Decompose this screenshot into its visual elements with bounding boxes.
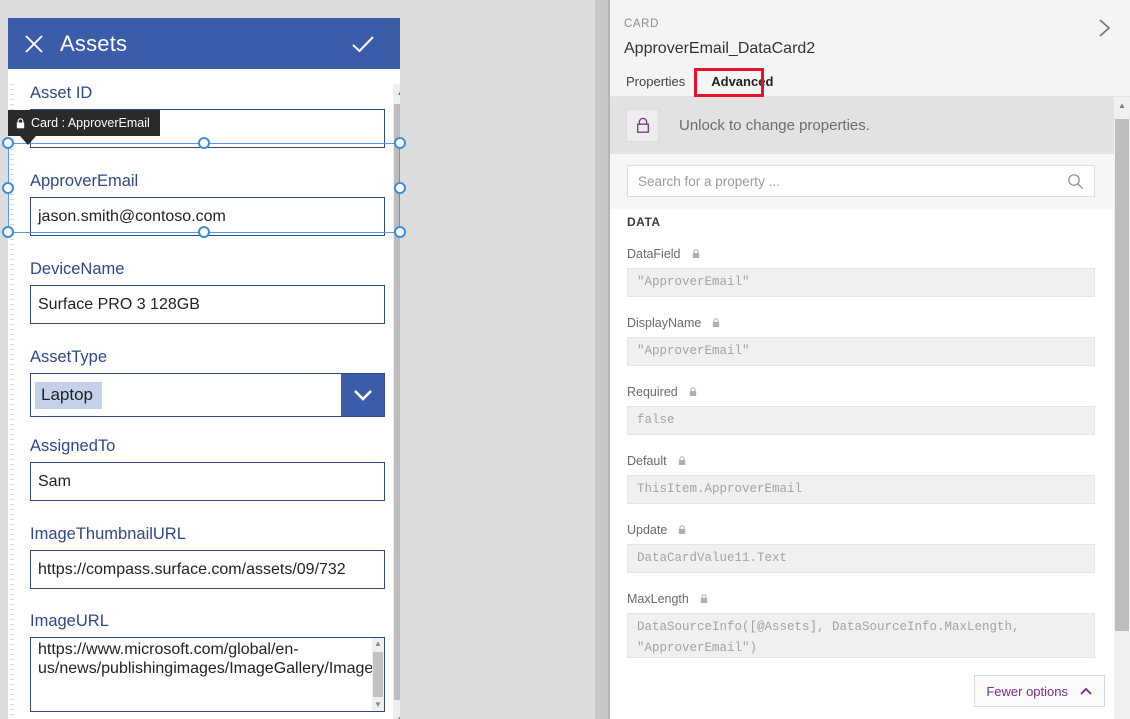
property-value-update[interactable]: DataCardValue11.Text — [627, 544, 1095, 573]
property-displayname: DisplayName "ApproverEmail" — [627, 314, 1095, 366]
property-label: DisplayName — [627, 314, 1095, 332]
resize-handle-middle-left[interactable] — [2, 182, 14, 194]
chevron-down-icon[interactable] — [341, 374, 384, 416]
property-value-displayname[interactable]: "ApproverEmail" — [627, 337, 1095, 366]
field-input-devicename[interactable]: Surface PRO 3 128GB — [30, 285, 385, 324]
lock-icon — [712, 318, 720, 328]
property-label: Default — [627, 452, 1095, 470]
section-title-data: DATA — [627, 215, 661, 229]
resize-handle-top-right[interactable] — [394, 137, 406, 149]
search-placeholder: Search for a property ... — [638, 173, 780, 189]
property-default: Default ThisItem.ApproverEmail — [627, 452, 1095, 504]
field-label: AssetType — [30, 348, 108, 366]
property-label: Update — [627, 521, 1095, 539]
app-header: Assets — [8, 18, 400, 69]
app-title: Assets — [60, 30, 128, 56]
resize-handle-top-center[interactable] — [198, 137, 210, 149]
field-textarea-imageurl[interactable]: https://www.microsoft.com/global/en-us/n… — [30, 637, 385, 712]
lock-icon — [678, 525, 686, 535]
lock-icon — [692, 249, 700, 259]
field-label: ApproverEmail — [30, 172, 139, 190]
tooltip-text: Card : ApproverEmail — [31, 116, 150, 130]
lock-icon — [700, 594, 708, 604]
lock-icon[interactable] — [626, 109, 659, 142]
lock-icon — [678, 456, 686, 466]
field-label: DeviceName — [30, 260, 125, 278]
field-label: ImageThumbnailURL — [30, 525, 186, 543]
property-value-required[interactable]: false — [627, 406, 1095, 435]
check-icon[interactable] — [340, 18, 386, 69]
dropdown-selected-value: Laptop — [35, 381, 102, 409]
property-label: MaxLength — [627, 590, 1095, 608]
form-field-imageurl: ImageURL https://www.microsoft.com/globa… — [30, 611, 385, 712]
property-value-datafield[interactable]: "ApproverEmail" — [627, 268, 1095, 297]
properties-panel: CARD ApproverEmail_DataCard2 Properties … — [610, 0, 1130, 719]
scroll-down-icon[interactable]: ▼ — [393, 711, 400, 719]
scroll-up-icon[interactable]: ▲ — [372, 638, 384, 650]
close-icon[interactable] — [8, 18, 60, 69]
resize-handle-middle-right[interactable] — [394, 182, 406, 194]
property-value-default[interactable]: ThisItem.ApproverEmail — [627, 475, 1095, 504]
textarea-scrollbar[interactable]: ▲ ▼ — [372, 638, 384, 711]
property-maxlength: MaxLength DataSourceInfo([@Assets], Data… — [627, 590, 1095, 658]
property-datafield: DataField "ApproverEmail" — [627, 245, 1095, 297]
property-label: DataField — [627, 245, 1095, 263]
form-field-devicename: DeviceName Surface PRO 3 128GB — [30, 259, 385, 324]
property-required: Required false — [627, 383, 1095, 435]
form-field-imagethumbnailurl: ImageThumbnailURL https://compass.surfac… — [30, 524, 385, 589]
resize-handle-bottom-center[interactable] — [198, 226, 210, 238]
fewer-options-button[interactable]: Fewer options — [974, 675, 1105, 707]
selection-tooltip: Card : ApproverEmail — [8, 110, 160, 136]
tab-properties[interactable]: Properties — [624, 70, 687, 93]
lock-icon — [16, 117, 25, 129]
panel-scrollbar[interactable]: ▲ — [1114, 97, 1130, 719]
property-value-maxlength[interactable]: DataSourceInfo([@Assets], DataSourceInfo… — [627, 613, 1095, 658]
screen-root: Assets Asset ID ApproverEmail jason.smit… — [0, 0, 1130, 719]
panel-control-name: ApproverEmail_DataCard2 — [624, 40, 816, 57]
form-ruler — [10, 84, 14, 719]
field-label: AssignedTo — [30, 437, 116, 455]
panel-header: CARD ApproverEmail_DataCard2 Properties … — [610, 0, 1130, 97]
chevron-up-icon — [1079, 684, 1093, 699]
property-list: DATA DataField "ApproverEmail" DisplayNa… — [610, 209, 1114, 664]
field-input-imagethumbnailurl[interactable]: https://compass.surface.com/assets/09/73… — [30, 550, 385, 589]
form-scrollbar[interactable]: ▲ ▼ — [393, 84, 400, 719]
search-icon[interactable] — [1067, 173, 1084, 195]
property-search-area: Search for a property ... — [610, 154, 1114, 210]
field-input-assignedto[interactable]: Sam — [30, 462, 385, 501]
scroll-up-icon[interactable]: ▲ — [1114, 97, 1130, 115]
tooltip-arrow — [20, 136, 36, 145]
scrollbar-thumb[interactable] — [1115, 119, 1129, 631]
dropdown-assettype[interactable]: Laptop — [30, 373, 385, 417]
unlock-banner: Unlock to change properties. — [610, 97, 1114, 154]
form-field-assettype: AssetType Laptop — [30, 347, 385, 417]
resize-handle-bottom-left[interactable] — [2, 226, 14, 238]
search-input[interactable]: Search for a property ... — [627, 165, 1095, 197]
scroll-up-icon[interactable]: ▲ — [393, 84, 400, 102]
edit-form: Asset ID ApproverEmail jason.smith@conto… — [8, 69, 400, 719]
panel-tabs: Properties Advanced — [624, 70, 775, 93]
chevron-right-icon[interactable] — [1088, 12, 1120, 44]
field-label: ImageURL — [30, 612, 109, 630]
tab-advanced[interactable]: Advanced — [709, 70, 775, 93]
fewer-options-label: Fewer options — [986, 683, 1068, 699]
field-label: Asset ID — [30, 84, 93, 102]
property-label: Required — [627, 383, 1095, 401]
form-field-assignedto: AssignedTo Sam — [30, 436, 385, 501]
unlock-banner-text: Unlock to change properties. — [679, 117, 870, 134]
resize-handle-bottom-right[interactable] — [394, 226, 406, 238]
property-update: Update DataCardValue11.Text — [627, 521, 1095, 573]
scrollbar-thumb[interactable] — [373, 652, 383, 697]
panel-kicker: CARD — [624, 18, 659, 30]
resize-handle-top-left[interactable] — [2, 137, 14, 149]
lock-icon — [689, 387, 697, 397]
scroll-down-icon[interactable]: ▼ — [372, 699, 384, 711]
